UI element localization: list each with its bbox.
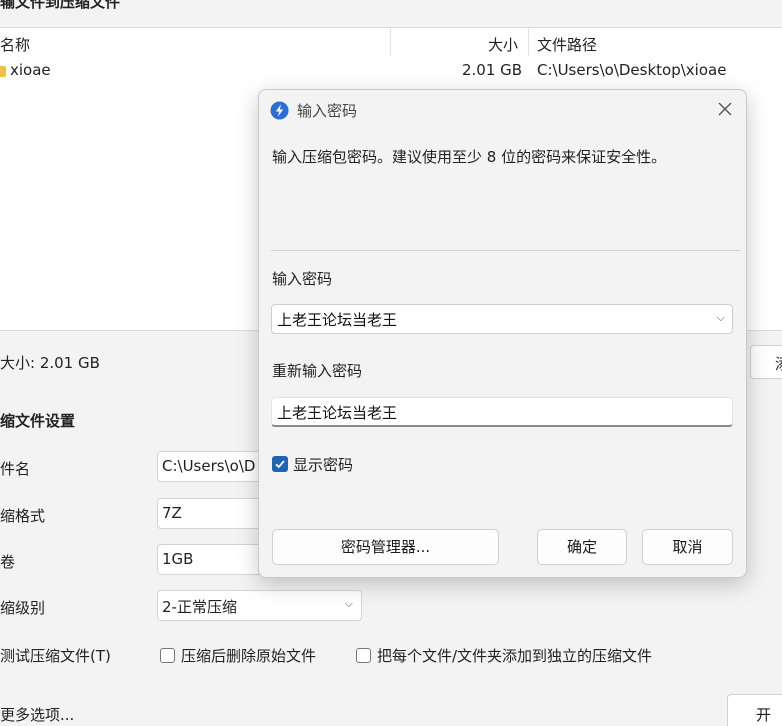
password-manager-button[interactable]: 密码管理器... — [272, 529, 499, 565]
column-separator — [528, 28, 529, 56]
divider — [271, 250, 740, 251]
password-value: 上老王论坛当老王 — [277, 311, 398, 329]
folder-icon — [0, 66, 6, 77]
password-label: 输入密码 — [272, 270, 333, 288]
format-value: 7Z — [162, 504, 182, 522]
password-dialog: 输入密码 输入压缩包密码。建议使用至少 8 位的密码来保证安全性。 输入密码 上… — [258, 89, 747, 578]
level-select[interactable]: 2-正常压缩 ⌵ — [157, 590, 362, 621]
close-icon[interactable] — [715, 99, 735, 119]
chevron-down-icon: ⌵ — [344, 597, 353, 610]
checkbox-checked-icon[interactable] — [272, 456, 288, 472]
file-row-name[interactable]: xioae — [10, 61, 51, 79]
file-row-size: 2.01 GB — [462, 61, 523, 79]
more-options-link[interactable]: 更多选项... — [0, 704, 74, 725]
reenter-password-label: 重新输入密码 — [272, 362, 363, 380]
filename-label: 件名 — [0, 460, 31, 478]
volume-value: 1GB — [162, 550, 194, 568]
total-size-label: 大小: 2.01 GB — [0, 354, 100, 372]
reenter-password-value: 上老王论坛当老王 — [277, 404, 398, 422]
separate-archives-label: 把每个文件/文件夹添加到独立的压缩文件 — [377, 647, 653, 665]
filename-value: C:\Users\o\D — [162, 457, 256, 475]
checkbox-icon[interactable] — [356, 648, 371, 663]
start-button[interactable]: 开 — [727, 694, 782, 726]
column-header-name[interactable]: 名称 — [0, 34, 30, 55]
add-button[interactable]: 添 — [750, 345, 782, 379]
show-password-label: 显示密码 — [293, 456, 354, 474]
delete-after-checkbox[interactable]: 压缩后删除原始文件 — [160, 645, 316, 666]
format-label: 缩格式 — [0, 507, 46, 525]
password-input[interactable]: 上老王论坛当老王 ⌵ — [271, 304, 733, 334]
cancel-button[interactable]: 取消 — [642, 529, 733, 565]
level-label: 缩级别 — [0, 599, 46, 617]
show-password-checkbox[interactable]: 显示密码 — [272, 454, 353, 475]
ok-button[interactable]: 确定 — [537, 529, 627, 565]
column-header-path[interactable]: 文件路径 — [537, 34, 597, 55]
test-archive-label[interactable]: 测试压缩文件(T) — [0, 645, 111, 666]
column-header-size[interactable]: 大小 — [488, 34, 518, 55]
checkbox-icon[interactable] — [160, 648, 175, 663]
settings-section-title: 缩文件设置 — [0, 412, 76, 430]
dialog-title: 输入密码 — [297, 102, 358, 120]
delete-after-label: 压缩后删除原始文件 — [181, 647, 317, 665]
reenter-password-input[interactable]: 上老王论坛当老王 — [271, 397, 733, 427]
level-value: 2-正常压缩 — [162, 598, 237, 616]
file-row-path: C:\Users\o\Desktop\xioae — [537, 61, 727, 79]
column-separator — [390, 28, 391, 56]
dialog-description: 输入压缩包密码。建议使用至少 8 位的密码来保证安全性。 — [272, 148, 667, 166]
app-logo-icon — [270, 101, 289, 120]
volume-label: 卷 — [0, 553, 16, 571]
separate-archives-checkbox[interactable]: 把每个文件/文件夹添加到独立的压缩文件 — [356, 645, 652, 666]
window-title: 输文件到压缩文件 — [0, 0, 121, 11]
chevron-down-icon[interactable]: ⌵ — [717, 311, 725, 325]
